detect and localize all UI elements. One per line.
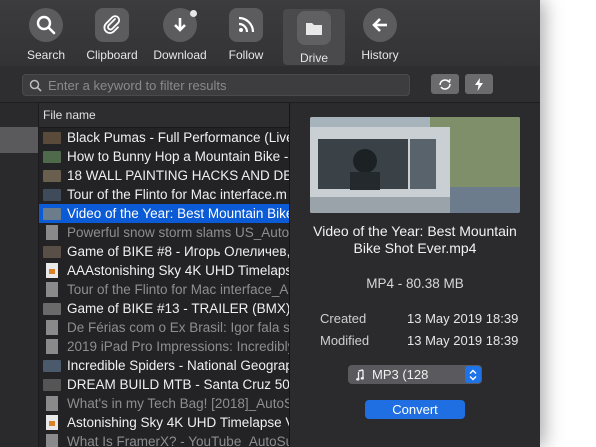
- document-icon: [46, 263, 58, 278]
- video-thumbnail-icon: [43, 378, 61, 391]
- document-icon: [46, 339, 58, 354]
- list-item[interactable]: De Férias com o Ex Brasil: Igor fala se: [39, 318, 289, 337]
- lightning-icon: [475, 77, 483, 91]
- toolbar-download-button[interactable]: Download: [152, 6, 208, 64]
- file-name: De Férias com o Ex Brasil: Igor fala se: [67, 320, 289, 335]
- toolbar-search-button[interactable]: Search: [24, 6, 68, 64]
- video-thumbnail-icon: [43, 245, 61, 258]
- file-name: Black Pumas - Full Performance (Live: [67, 130, 289, 145]
- list-item[interactable]: Tour of the Flinto for Mac interface.m: [39, 185, 289, 204]
- filter-bar: [0, 66, 540, 103]
- toolbar-clipboard-button[interactable]: Clipboard: [84, 6, 140, 64]
- document-icon: [46, 396, 58, 411]
- list-item[interactable]: 18 WALL PAINTING HACKS AND DES: [39, 166, 289, 185]
- toolbar-drive-button[interactable]: Drive: [283, 9, 345, 65]
- toolbar-history-label: History: [361, 48, 399, 62]
- document-icon: [46, 320, 58, 335]
- list-item[interactable]: What's in my Tech Bag! [2018]_AutoS: [39, 394, 289, 413]
- file-name: Video of the Year: Best Mountain Bike: [67, 206, 289, 221]
- modified-label: Modified: [320, 333, 370, 348]
- format-select[interactable]: MP3 (128: [348, 365, 482, 384]
- file-name: Game of BIKE #8 - Игорь Олеличев,: [67, 244, 289, 259]
- list-item[interactable]: Incredible Spiders - National Geograp: [39, 356, 289, 375]
- music-note-icon: [356, 368, 364, 381]
- list-item[interactable]: AAAstonishing Sky 4K UHD Timelaps: [39, 261, 289, 280]
- file-name: Tour of the Flinto for Mac interface_A: [67, 282, 289, 297]
- toolbar-follow-label: Follow: [228, 48, 264, 62]
- convert-button[interactable]: Convert: [365, 400, 465, 419]
- video-thumbnail-icon: [43, 131, 61, 144]
- document-icon: [46, 225, 58, 240]
- list-item[interactable]: Game of BIKE #13 - TRAILER (BMX).m: [39, 299, 289, 318]
- video-thumbnail-icon: [43, 150, 61, 163]
- refresh-arrows-icon: [439, 78, 451, 90]
- video-thumbnail-icon: [43, 169, 61, 182]
- convert-mode-button[interactable]: [431, 74, 459, 94]
- quick-action-button[interactable]: [465, 74, 493, 94]
- created-label: Created: [320, 311, 367, 326]
- file-name: Powerful snow storm slams US_AutoS: [67, 225, 289, 240]
- list-item[interactable]: Tour of the Flinto for Mac interface_A: [39, 280, 289, 299]
- chevron-updown-icon: [465, 366, 481, 383]
- document-icon: [46, 434, 58, 447]
- search-input[interactable]: [48, 77, 408, 93]
- file-name: Incredible Spiders - National Geograp: [67, 358, 289, 373]
- document-icon: [46, 282, 58, 297]
- list-item-selected[interactable]: Video of the Year: Best Mountain Bike: [39, 204, 289, 223]
- list-item[interactable]: Powerful snow storm slams US_AutoS: [39, 223, 289, 242]
- file-name: DREAM BUILD MTB - Santa Cruz 501: [67, 377, 289, 392]
- list-item[interactable]: Game of BIKE #8 - Игорь Олеличев,: [39, 242, 289, 261]
- toolbar-follow-button[interactable]: Follow: [224, 6, 268, 64]
- app-window: Search Clipboard Download Follow Drive H…: [0, 0, 540, 447]
- toolbar-download-label: Download: [153, 48, 207, 62]
- paperclip-icon: [95, 8, 129, 42]
- video-thumbnail-icon: [43, 302, 61, 315]
- modified-value: 13 May 2019 18:39: [407, 333, 519, 348]
- toolbar-clipboard-label: Clipboard: [86, 48, 138, 62]
- detail-panel: Video of the Year: Best Mountain Bike Sh…: [290, 103, 540, 447]
- format-select-value: MP3 (128: [372, 367, 429, 382]
- list-item[interactable]: How to Bunny Hop a Mountain Bike -: [39, 147, 289, 166]
- toolbar-search-label: Search: [26, 48, 66, 62]
- search-icon: [29, 8, 63, 42]
- file-list: File name Black Pumas - Full Performance…: [39, 103, 289, 447]
- file-title: Video of the Year: Best Mountain Bike Sh…: [313, 223, 517, 256]
- video-thumbnail-icon: [43, 207, 61, 220]
- list-item[interactable]: 2019 iPad Pro Impressions: Incredibly: [39, 337, 289, 356]
- rss-icon: [229, 8, 263, 42]
- file-name: What's in my Tech Bag! [2018]_AutoS: [67, 396, 289, 411]
- document-icon: [46, 415, 58, 430]
- back-arrow-icon: [363, 8, 397, 42]
- list-item[interactable]: Astonishing Sky 4K UHD Timelapse V: [39, 413, 289, 432]
- search-field[interactable]: [22, 74, 410, 96]
- file-name: Tour of the Flinto for Mac interface.m: [67, 187, 287, 202]
- magnifier-icon: [29, 79, 42, 92]
- toolbar: Search Clipboard Download Follow Drive H…: [0, 0, 540, 66]
- file-name: 2019 iPad Pro Impressions: Incredibly: [67, 339, 289, 354]
- list-item[interactable]: DREAM BUILD MTB - Santa Cruz 501: [39, 375, 289, 394]
- file-name: Astonishing Sky 4K UHD Timelapse V: [67, 415, 289, 430]
- sidebar: [0, 103, 39, 447]
- list-item[interactable]: What Is FramerX? - YouTube_AutoSu: [39, 432, 289, 447]
- created-value: 13 May 2019 18:39: [407, 311, 519, 326]
- toolbar-history-button[interactable]: History: [358, 6, 402, 64]
- list-item[interactable]: Black Pumas - Full Performance (Live: [39, 128, 289, 147]
- sidebar-selected-item[interactable]: [0, 127, 38, 153]
- file-name: 18 WALL PAINTING HACKS AND DES: [67, 168, 289, 183]
- file-name: How to Bunny Hop a Mountain Bike -: [67, 149, 289, 164]
- file-name: What Is FramerX? - YouTube_AutoSu: [67, 434, 289, 447]
- file-name: AAAstonishing Sky 4K UHD Timelaps: [67, 263, 289, 278]
- notification-dot-icon: [190, 10, 197, 17]
- video-thumbnail-icon: [43, 359, 61, 372]
- video-thumbnail: [310, 117, 520, 213]
- toolbar-drive-label: Drive: [299, 51, 328, 65]
- video-thumbnail-icon: [43, 188, 61, 201]
- file-rows: Black Pumas - Full Performance (Live How …: [39, 128, 289, 447]
- file-format-size: MP4 - 80.38 MB: [366, 276, 464, 291]
- file-name: Game of BIKE #13 - TRAILER (BMX).m: [67, 301, 289, 316]
- folder-icon: [297, 11, 331, 45]
- column-header-file-name[interactable]: File name: [39, 103, 289, 128]
